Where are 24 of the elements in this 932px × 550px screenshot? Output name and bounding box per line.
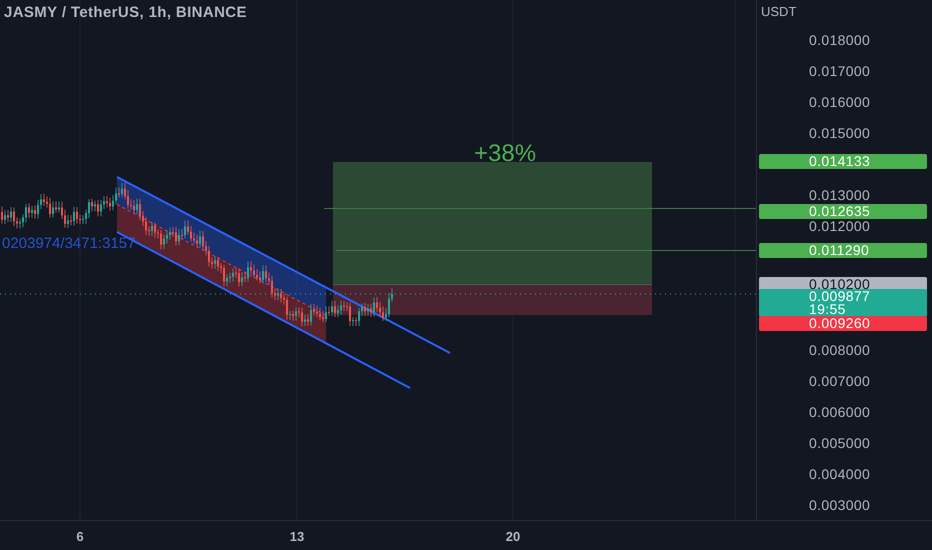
price-tick: 0.016000 [809,95,870,109]
price-tick: 0.013000 [809,188,870,202]
percent-gain-label: +38% [474,142,536,166]
price-label: 0.011290 [759,243,927,258]
time-tick: 20 [506,528,520,546]
price-tick: 0.018000 [809,33,870,47]
price-tick: 0.012000 [809,219,870,233]
price-tick: 0.015000 [809,126,870,140]
price-label: 0.009877 19:55 [759,289,927,317]
axis-unit: USDT [761,3,796,21]
price-tick: 0.017000 [809,64,870,78]
price-label: 0.009260 [759,316,927,331]
price-label: 0.014133 [759,154,927,169]
price-tick: 0.008000 [809,343,870,357]
price-tick: 0.003000 [809,498,870,512]
price-tick: 0.005000 [809,436,870,450]
price-tick: 0.004000 [809,467,870,481]
channel-label: 0203974/3471:3157 [2,234,136,254]
price-tick: 0.006000 [809,405,870,419]
time-tick: 13 [290,528,304,546]
price-label: 0.012635 [759,204,927,219]
price-tick: 0.007000 [809,374,870,388]
time-tick: 6 [76,528,84,546]
chart-title: JASMY / TetherUS, 1h, BINANCE [4,3,247,23]
